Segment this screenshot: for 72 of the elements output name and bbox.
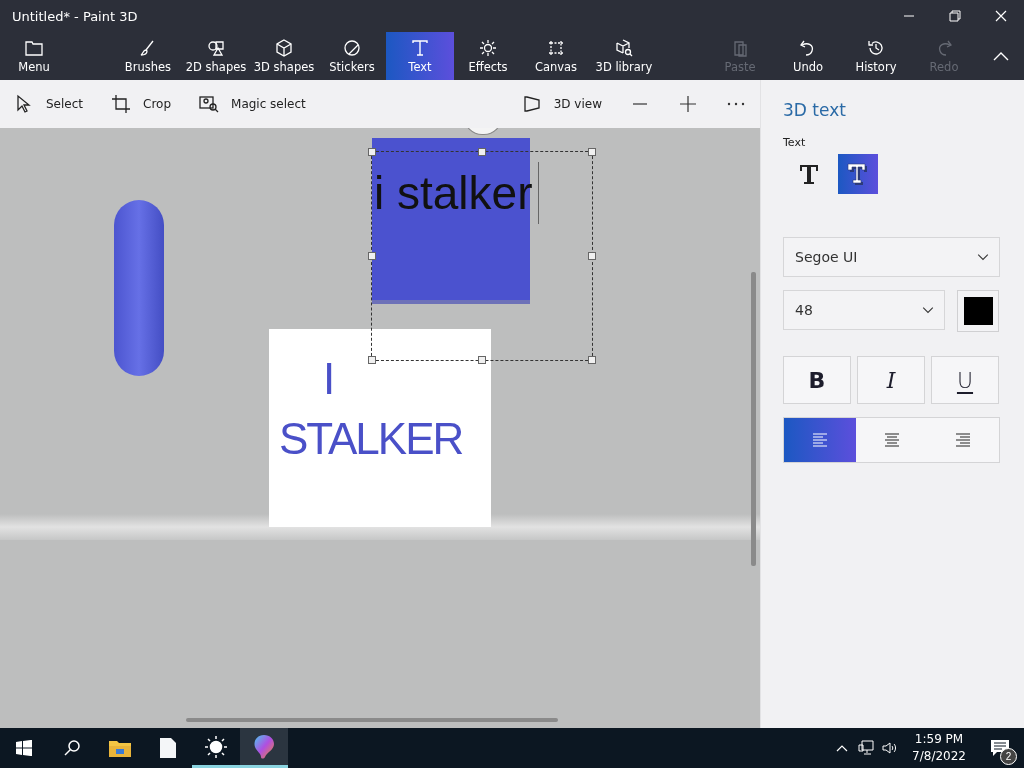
resize-handle[interactable] [588,356,596,364]
magic-select-button[interactable]: Magic select [185,80,320,128]
sun-icon [478,38,498,58]
resize-handle[interactable] [368,356,376,364]
chevron-up-icon [993,51,1009,61]
sticker-card[interactable]: I STALKER [269,329,491,527]
align-button[interactable] [784,418,856,462]
text-caret [538,162,540,224]
resize-handle[interactable] [478,148,486,156]
resize-handle[interactable] [368,252,376,260]
underline-button[interactable]: U [931,356,999,404]
cursor-icon [14,94,34,114]
clock[interactable]: 1:59 PM 7/8/2022 [902,731,976,765]
panel-title: 3D text [783,100,847,120]
shapes-icon [206,38,226,58]
3d-capsule[interactable] [114,200,164,376]
history-icon [866,38,886,58]
resize-handle[interactable] [588,148,596,156]
text-t-icon [797,162,821,186]
cube-icon [274,38,294,58]
3d-view-button[interactable]: 3D view [507,80,616,128]
windows-logo-icon [16,740,32,756]
folder-icon [24,38,44,58]
ribbon-tab[interactable]: Canvas [522,32,590,80]
ribbon-tab[interactable]: Stickers [318,32,386,80]
resize-handle[interactable] [368,148,376,156]
menu-button[interactable]: Menu [0,32,68,80]
resize-handle[interactable] [588,252,596,260]
ribbon-tab[interactable]: 3D shapes [250,32,318,80]
vertical-scrollbar[interactable] [751,272,756,566]
align-right-icon [954,431,973,449]
text-icon [410,38,430,58]
person-search-icon [199,94,220,114]
bold-button[interactable]: B [783,356,851,404]
history-button[interactable]: History [842,32,910,80]
more-icon [727,102,745,106]
folder-icon [109,738,131,758]
close-icon [995,10,1007,22]
undo-button[interactable]: Undo [774,32,842,80]
align-center-icon [882,431,901,449]
canvas-icon [546,38,566,58]
window-title: Untitled* - Paint 3D [11,8,139,24]
cube-search-icon [614,38,634,58]
crop-icon [111,94,132,114]
handwritten-text: I [323,353,334,405]
ribbon-tab[interactable]: Brushes [114,32,182,80]
restore-icon [949,10,961,22]
ribbon-tab[interactable]: Text [386,32,454,80]
notification-button[interactable]: 2 [976,728,1024,768]
notification-badge: 2 [1000,748,1017,765]
font-dropdown[interactable]: Segoe UI [783,237,1000,277]
size-dropdown[interactable]: 48 [783,290,945,330]
ribbon-tab[interactable]: 3D library [590,32,658,80]
horizontal-scrollbar[interactable] [186,718,558,722]
handwritten-text: STALKER [279,413,463,465]
select-button[interactable]: Select [0,80,98,128]
paint-palette-icon [253,733,275,760]
search-icon [63,739,81,757]
align-left-icon [810,431,829,449]
taskbar-button[interactable] [240,728,288,768]
minus-icon [633,103,647,105]
file-icon [160,738,176,758]
text-type-button[interactable] [838,154,878,194]
italic-button[interactable]: I [857,356,925,404]
crop-button[interactable]: Crop [97,80,186,128]
section-label: Text [783,136,807,149]
sun-icon [204,734,228,759]
ribbon-tab[interactable]: Effects [454,32,522,80]
plus-icon [679,95,697,113]
color-picker[interactable] [957,290,999,332]
resize-handle[interactable] [478,356,486,364]
ribbon-tab[interactable]: 2D shapes [182,32,250,80]
